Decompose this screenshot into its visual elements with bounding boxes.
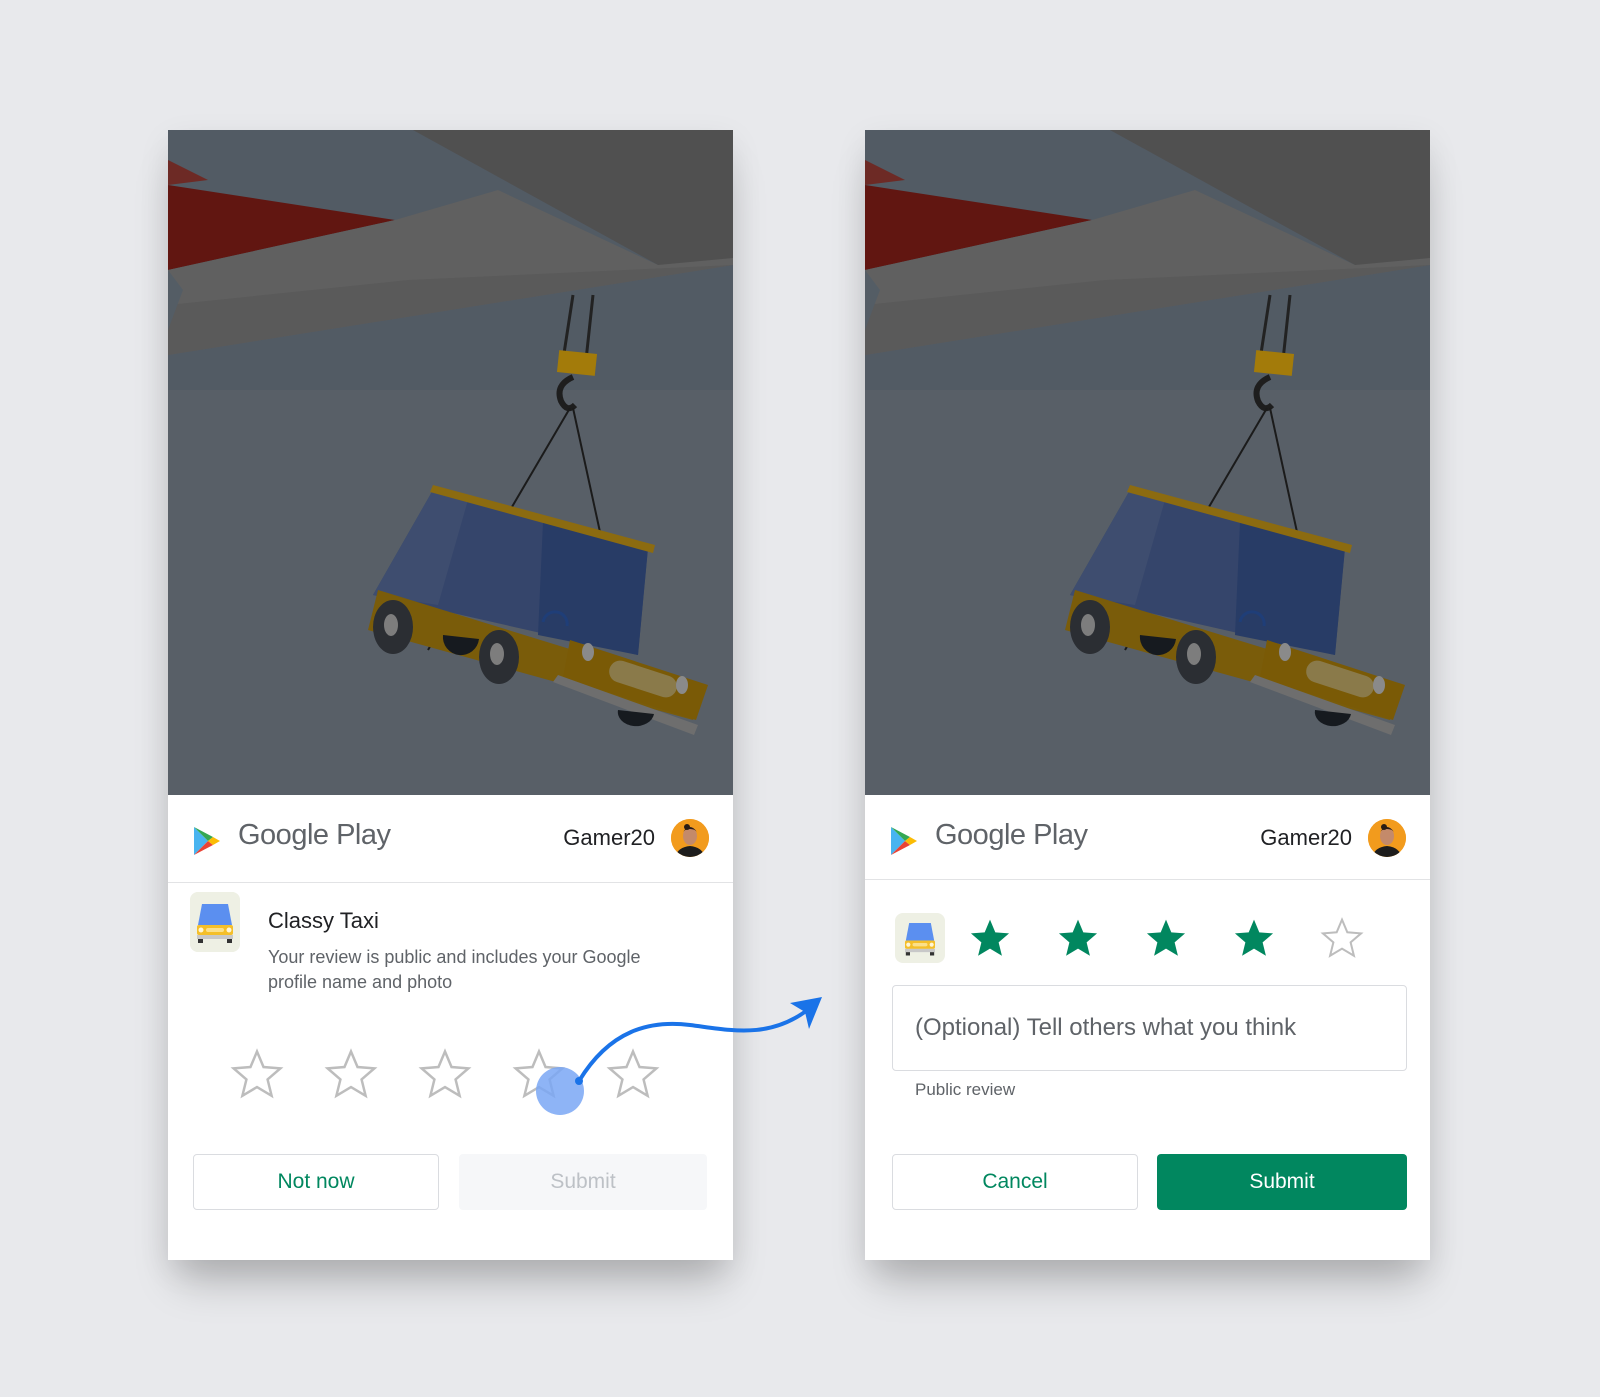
not-now-button[interactable]: Not now: [193, 1154, 439, 1210]
star-outline-icon: [606, 1048, 660, 1099]
play-header: Google Play Gamer20: [865, 795, 1430, 880]
google-play-logo-icon: [891, 827, 917, 855]
star-3-button[interactable]: [1144, 916, 1188, 960]
taxi-app-icon: [899, 913, 941, 963]
game-illustration: [168, 130, 733, 795]
star-outline-icon: [512, 1048, 566, 1099]
star-outline-icon: [324, 1048, 378, 1099]
star-filled-icon: [1058, 919, 1098, 956]
star-4-button[interactable]: [1232, 916, 1276, 960]
star-filled-icon: [970, 919, 1010, 956]
submit-button-disabled[interactable]: Submit: [459, 1154, 707, 1210]
star-outline-icon: [418, 1048, 472, 1099]
star-4-button[interactable]: [512, 1047, 566, 1101]
cancel-button[interactable]: Cancel: [892, 1154, 1138, 1210]
review-text-input[interactable]: [892, 985, 1407, 1071]
star-2-button[interactable]: [1056, 916, 1100, 960]
star-filled-icon: [1146, 919, 1186, 956]
google-play-logo-icon: [194, 827, 220, 855]
star-1-button[interactable]: [968, 916, 1012, 960]
app-icon: [190, 892, 240, 952]
google-play-brand: Google Play: [238, 819, 391, 851]
google-play-brand: Google Play: [935, 819, 1088, 851]
username: Gamer20: [1260, 825, 1352, 850]
submit-button[interactable]: Submit: [1157, 1154, 1407, 1210]
star-2-button[interactable]: [324, 1047, 378, 1101]
username: Gamer20: [563, 825, 655, 850]
public-review-helper: Public review: [915, 1080, 1016, 1099]
review-dialog-before: Google Play Gamer20 Classy Taxi Your rev: [168, 130, 733, 1260]
taxi-app-icon: [190, 892, 240, 952]
review-dialog-after: Google Play Gamer20 (Optional) Tell othe…: [865, 130, 1430, 1260]
user-avatar-icon[interactable]: [671, 819, 709, 857]
review-disclaimer: Your review is public and includes your …: [268, 947, 641, 992]
star-5-button[interactable]: [1320, 916, 1364, 960]
play-header: Google Play Gamer20: [168, 795, 733, 883]
app-title: Classy Taxi: [268, 908, 379, 933]
star-filled-icon: [1234, 919, 1274, 956]
star-3-button[interactable]: [418, 1047, 472, 1101]
star-1-button[interactable]: [230, 1047, 284, 1101]
app-icon: [895, 913, 945, 963]
star-outline-icon: [1320, 917, 1364, 958]
game-illustration: [865, 130, 1430, 795]
user-avatar-icon[interactable]: [1368, 819, 1406, 857]
star-5-button[interactable]: [606, 1047, 660, 1101]
star-outline-icon: [230, 1048, 284, 1099]
